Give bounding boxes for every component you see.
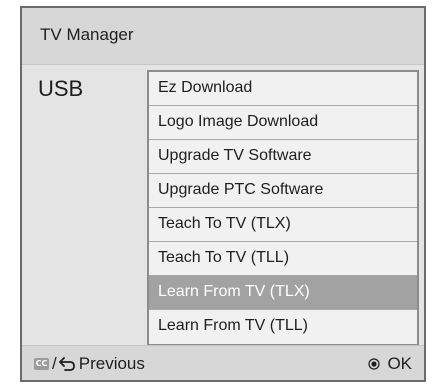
menu-item-label: Ez Download	[158, 79, 253, 96]
cc-icon: CC	[34, 358, 49, 370]
ok-action[interactable]: OK	[368, 354, 412, 374]
menu-item-label: Upgrade PTC Software	[158, 181, 324, 198]
menu-item-upgrade-ptc-software[interactable]: Upgrade PTC Software	[149, 174, 417, 208]
menu-item-teach-to-tv-tll[interactable]: Teach To TV (TLL)	[149, 242, 417, 276]
menu-item-ez-download[interactable]: Ez Download	[149, 72, 417, 106]
menu-item-upgrade-tv-software[interactable]: Upgrade TV Software	[149, 140, 417, 174]
ok-label: OK	[387, 354, 412, 373]
menu-item-label: Teach To TV (TLL)	[158, 249, 290, 266]
menu-item-label: Teach To TV (TLX)	[158, 215, 291, 232]
menu-item-label: Upgrade TV Software	[158, 147, 312, 164]
previous-label: Previous	[78, 354, 145, 373]
menu-item-label: Learn From TV (TLX)	[158, 283, 310, 300]
ok-button-icon	[368, 358, 381, 370]
menu-item-learn-from-tv-tlx[interactable]: Learn From TV (TLX)	[149, 276, 417, 310]
previous-action[interactable]: CC / Previous	[34, 354, 145, 374]
tv-manager-menu: Ez Download Logo Image Download Upgrade …	[147, 70, 419, 346]
menu-item-logo-image-download[interactable]: Logo Image Download	[149, 106, 417, 140]
footer-separator: /	[52, 354, 57, 373]
source-label: USB	[38, 76, 84, 101]
footer-bar: CC / Previous OK	[22, 345, 424, 380]
dialog-title: TV Manager	[40, 25, 134, 44]
menu-item-teach-to-tv-tlx[interactable]: Teach To TV (TLX)	[149, 208, 417, 242]
back-arrow-icon	[58, 357, 75, 371]
title-bar: TV Manager	[22, 8, 424, 65]
menu-item-learn-from-tv-tll[interactable]: Learn From TV (TLL)	[149, 310, 417, 344]
menu-item-label: Learn From TV (TLL)	[158, 317, 308, 334]
menu-item-label: Logo Image Download	[158, 113, 319, 130]
tv-manager-dialog: TV Manager USB Ez Download Logo Image Do…	[20, 6, 426, 382]
